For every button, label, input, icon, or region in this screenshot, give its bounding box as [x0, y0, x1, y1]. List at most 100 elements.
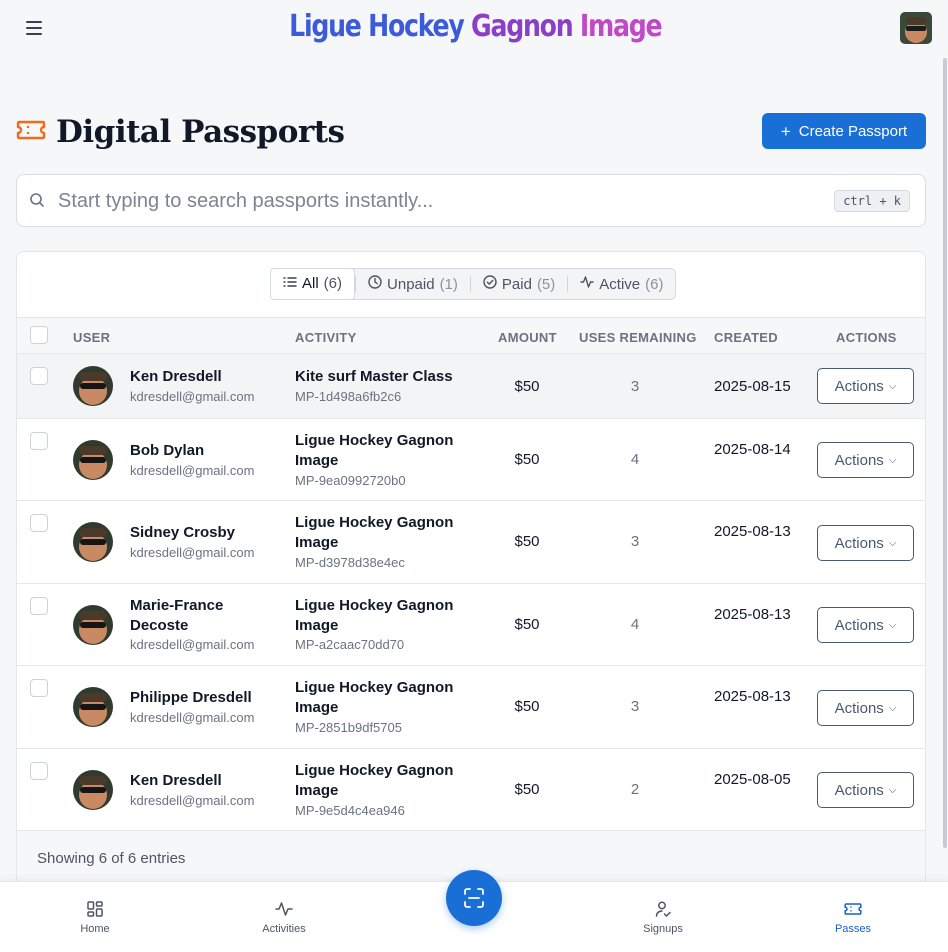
- table-row[interactable]: Sidney Crosby kdresdell@gmail.com Ligue …: [17, 501, 925, 584]
- actions-dropdown-button[interactable]: Actions ⌵: [817, 690, 914, 726]
- scan-icon: [464, 888, 484, 908]
- created-date: 2025-08-14: [714, 441, 791, 458]
- column-uses-remaining[interactable]: USES REMAINING: [579, 330, 697, 345]
- table-row[interactable]: Ken Dresdell kdresdell@gmail.com Kite su…: [17, 354, 925, 419]
- nav-label: Activities: [262, 923, 306, 935]
- user-name: Marie-France Decoste: [130, 597, 224, 634]
- activity-name: Ligue Hockey Gagnon Image: [295, 762, 454, 799]
- filter-count: (6): [323, 275, 343, 292]
- column-amount[interactable]: AMOUNT: [498, 330, 557, 345]
- uses-remaining: 4: [630, 451, 640, 468]
- activity-icon: [275, 902, 293, 916]
- activity-name: Ligue Hockey Gagnon Image: [295, 679, 454, 716]
- uses-remaining: 3: [630, 378, 640, 395]
- scan-button[interactable]: [446, 870, 502, 926]
- hamburger-menu-icon[interactable]: [26, 18, 46, 38]
- nav-signups[interactable]: Signups: [623, 900, 703, 935]
- created-date: 2025-08-05: [714, 771, 791, 788]
- activity-name: Ligue Hockey Gagnon Image: [295, 514, 454, 551]
- actions-dropdown-button[interactable]: Actions ⌵: [817, 772, 914, 808]
- passport-code: MP-9ea0992720b0: [295, 473, 406, 488]
- nav-label: Home: [80, 923, 110, 935]
- nav-label: Signups: [643, 923, 683, 935]
- activity-name: Kite surf Master Class: [295, 368, 453, 385]
- filter-label: Unpaid: [387, 275, 435, 293]
- avatar: [73, 366, 113, 406]
- uses-remaining: 2: [630, 781, 640, 798]
- table-row[interactable]: Ken Dresdell kdresdell@gmail.com Ligue H…: [17, 749, 925, 831]
- passport-code: MP-2851b9df5705: [295, 720, 402, 735]
- chevron-down-icon: ⌵: [888, 454, 897, 466]
- user-name: Ken Dresdell: [130, 772, 222, 789]
- row-checkbox[interactable]: [30, 762, 48, 780]
- filter-count: (6): [645, 275, 664, 293]
- list-icon: [283, 275, 297, 292]
- grid-icon: [87, 901, 103, 917]
- create-passport-button[interactable]: + Create Passport: [762, 113, 926, 149]
- passport-code: MP-1d498a6fb2c6: [295, 389, 402, 404]
- clock-icon: [368, 275, 382, 293]
- filter-label: Active: [599, 275, 641, 293]
- filter-count: (5): [536, 275, 556, 293]
- user-name: Sidney Crosby: [130, 524, 236, 541]
- actions-dropdown-button[interactable]: Actions ⌵: [817, 607, 914, 643]
- page-scrollbar[interactable]: [943, 58, 947, 848]
- search-input[interactable]: Start typing to search passports instant…: [58, 190, 433, 213]
- brand-logo[interactable]: Ligue Hockey Gagnon Image: [77, 9, 873, 44]
- user-email: kdresdell@gmail.com: [130, 545, 255, 560]
- column-created[interactable]: CREATED: [714, 330, 778, 345]
- column-user[interactable]: USER: [73, 330, 110, 345]
- user-email: kdresdell@gmail.com: [130, 637, 255, 652]
- uses-remaining: 3: [630, 698, 640, 715]
- table-row[interactable]: Bob Dylan kdresdell@gmail.com Ligue Hock…: [17, 419, 925, 501]
- passport-code: MP-9e5d4c4ea946: [295, 803, 405, 818]
- avatar: [73, 770, 113, 810]
- amount: $50: [514, 698, 540, 715]
- search-icon: [29, 192, 45, 213]
- filter-tab-active[interactable]: Active (6): [568, 269, 675, 299]
- filter-label: Paid: [501, 275, 532, 293]
- amount: $50: [514, 533, 540, 550]
- column-activity[interactable]: ACTIVITY: [295, 330, 357, 345]
- nav-activities[interactable]: Activities: [244, 900, 324, 935]
- created-date: 2025-08-13: [714, 688, 791, 705]
- top-bar: Ligue Hockey Gagnon Image: [0, 0, 948, 58]
- amount: $50: [514, 616, 540, 633]
- actions-dropdown-button[interactable]: Actions ⌵: [817, 442, 914, 478]
- actions-dropdown-button[interactable]: Actions ⌵: [817, 368, 914, 404]
- row-checkbox[interactable]: [30, 514, 48, 532]
- user-avatar[interactable]: [900, 12, 932, 44]
- table-row[interactable]: Philippe Dresdell kdresdell@gmail.com Li…: [17, 666, 925, 749]
- filter-label: All: [302, 275, 319, 292]
- row-checkbox[interactable]: [30, 597, 48, 615]
- user-email: kdresdell@gmail.com: [130, 710, 255, 725]
- row-checkbox[interactable]: [30, 367, 48, 385]
- page-title: Digital Passports: [56, 114, 345, 150]
- actions-label: Actions: [834, 699, 884, 717]
- chevron-down-icon: ⌵: [888, 784, 897, 796]
- table-row[interactable]: Marie-France Decoste kdresdell@gmail.com…: [17, 584, 925, 666]
- filter-tab-paid[interactable]: Paid (5): [471, 269, 567, 299]
- filter-tab-all[interactable]: All (6): [270, 267, 356, 300]
- uses-remaining: 3: [630, 533, 640, 550]
- actions-dropdown-button[interactable]: Actions ⌵: [817, 525, 914, 561]
- created-date: 2025-08-13: [714, 523, 791, 540]
- row-checkbox[interactable]: [30, 679, 48, 697]
- actions-label: Actions: [834, 377, 884, 395]
- search-bar[interactable]: Start typing to search passports instant…: [16, 174, 926, 227]
- nav-home[interactable]: Home: [55, 900, 135, 935]
- avatar: [73, 687, 113, 727]
- table-header: USER ACTIVITY AMOUNT USES REMAINING CREA…: [17, 317, 925, 354]
- check-circle-icon: [483, 275, 497, 293]
- select-all-checkbox[interactable]: [30, 326, 48, 344]
- amount: $50: [514, 451, 540, 468]
- create-passport-label: Create Passport: [798, 122, 908, 140]
- row-checkbox[interactable]: [30, 432, 48, 450]
- user-name: Bob Dylan: [130, 442, 205, 459]
- chevron-down-icon: ⌵: [888, 537, 897, 549]
- filter-tab-unpaid[interactable]: Unpaid (1): [356, 269, 470, 299]
- nav-passes[interactable]: Passes: [813, 900, 893, 935]
- page-header: Digital Passports: [16, 112, 345, 152]
- shortcut-hint: ctrl + k: [834, 190, 910, 212]
- filter-tabs: All (6) Unpaid (1) Paid (5) Active (6): [270, 267, 677, 300]
